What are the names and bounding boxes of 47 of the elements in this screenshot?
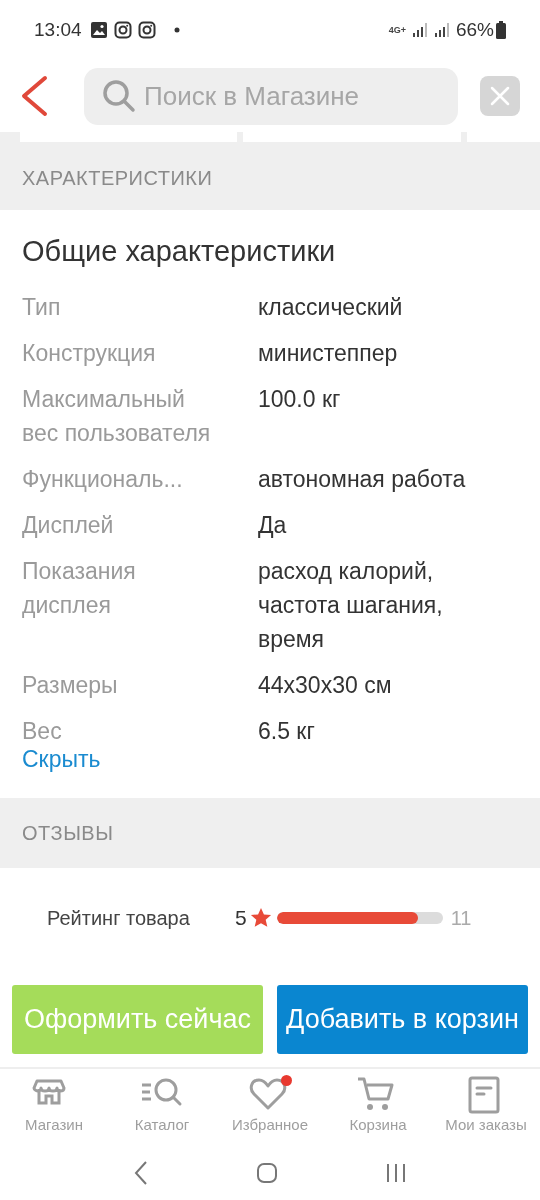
nav-item[interactable]: Мои заказы <box>434 1075 538 1135</box>
dot-icon <box>173 27 180 33</box>
review-count: 11 <box>450 905 472 931</box>
action-button[interactable]: Оформить сейчас <box>12 985 263 1054</box>
spec-value: классический <box>258 292 404 322</box>
gallery-icon <box>89 21 108 39</box>
nav-item[interactable]: Магазин <box>2 1075 106 1135</box>
star-icon <box>249 906 272 929</box>
spec-value: Да <box>258 510 288 540</box>
section-heading: ХАРАКТЕРИСТИКИ <box>22 165 213 191</box>
signal-icon <box>433 22 450 38</box>
close-icon <box>490 86 510 106</box>
spec-label: Показания дисплея <box>22 556 137 620</box>
nav-item[interactable]: Избранное <box>218 1075 322 1135</box>
network-type: 4G+ <box>388 25 406 35</box>
star-count: 5 <box>235 905 247 931</box>
rating-label: Рейтинг товара <box>47 905 191 931</box>
search-field[interactable]: Поиск в Магазине <box>84 67 458 125</box>
signal-icon <box>411 22 428 38</box>
home-icon[interactable] <box>256 1161 278 1184</box>
recents-icon[interactable] <box>384 1161 407 1184</box>
spec-value: 44x30x30 см <box>258 670 393 700</box>
clock: 13:04 <box>34 17 82 42</box>
spec-value: 6.5 кг <box>258 716 316 746</box>
battery-percent: 66% <box>455 17 494 42</box>
spec-value: расход калорий, частота шагания, время <box>258 556 444 654</box>
nav-item[interactable]: Корзина <box>326 1075 430 1135</box>
action-button[interactable]: Добавить в корзин <box>277 985 528 1054</box>
camera-app-icon <box>137 21 156 39</box>
back-icon[interactable] <box>20 75 48 117</box>
search-input[interactable]: Поиск в Магазине <box>144 76 440 116</box>
spec-value: министеппер <box>258 338 399 368</box>
back-icon[interactable] <box>133 1159 150 1186</box>
spec-label: Максимальный вес пользователя <box>22 384 212 448</box>
spec-value: 100.0 кг <box>258 384 342 414</box>
section-title: Общие характеристики <box>22 234 337 269</box>
spec-label: Дисплей <box>22 510 115 540</box>
spec-label: Размеры <box>22 670 119 700</box>
section-heading: ОТЗЫВЫ <box>22 821 114 846</box>
camera-app-icon <box>113 21 132 39</box>
spec-label: Конструкция <box>22 338 157 368</box>
spec-label: Тип <box>22 292 62 322</box>
nav-item[interactable]: Каталог <box>110 1075 214 1135</box>
search-icon <box>102 79 136 113</box>
spec-label: Функциональ... <box>22 464 184 494</box>
battery-icon <box>496 21 506 39</box>
spec-value: автономная работа <box>258 464 467 494</box>
